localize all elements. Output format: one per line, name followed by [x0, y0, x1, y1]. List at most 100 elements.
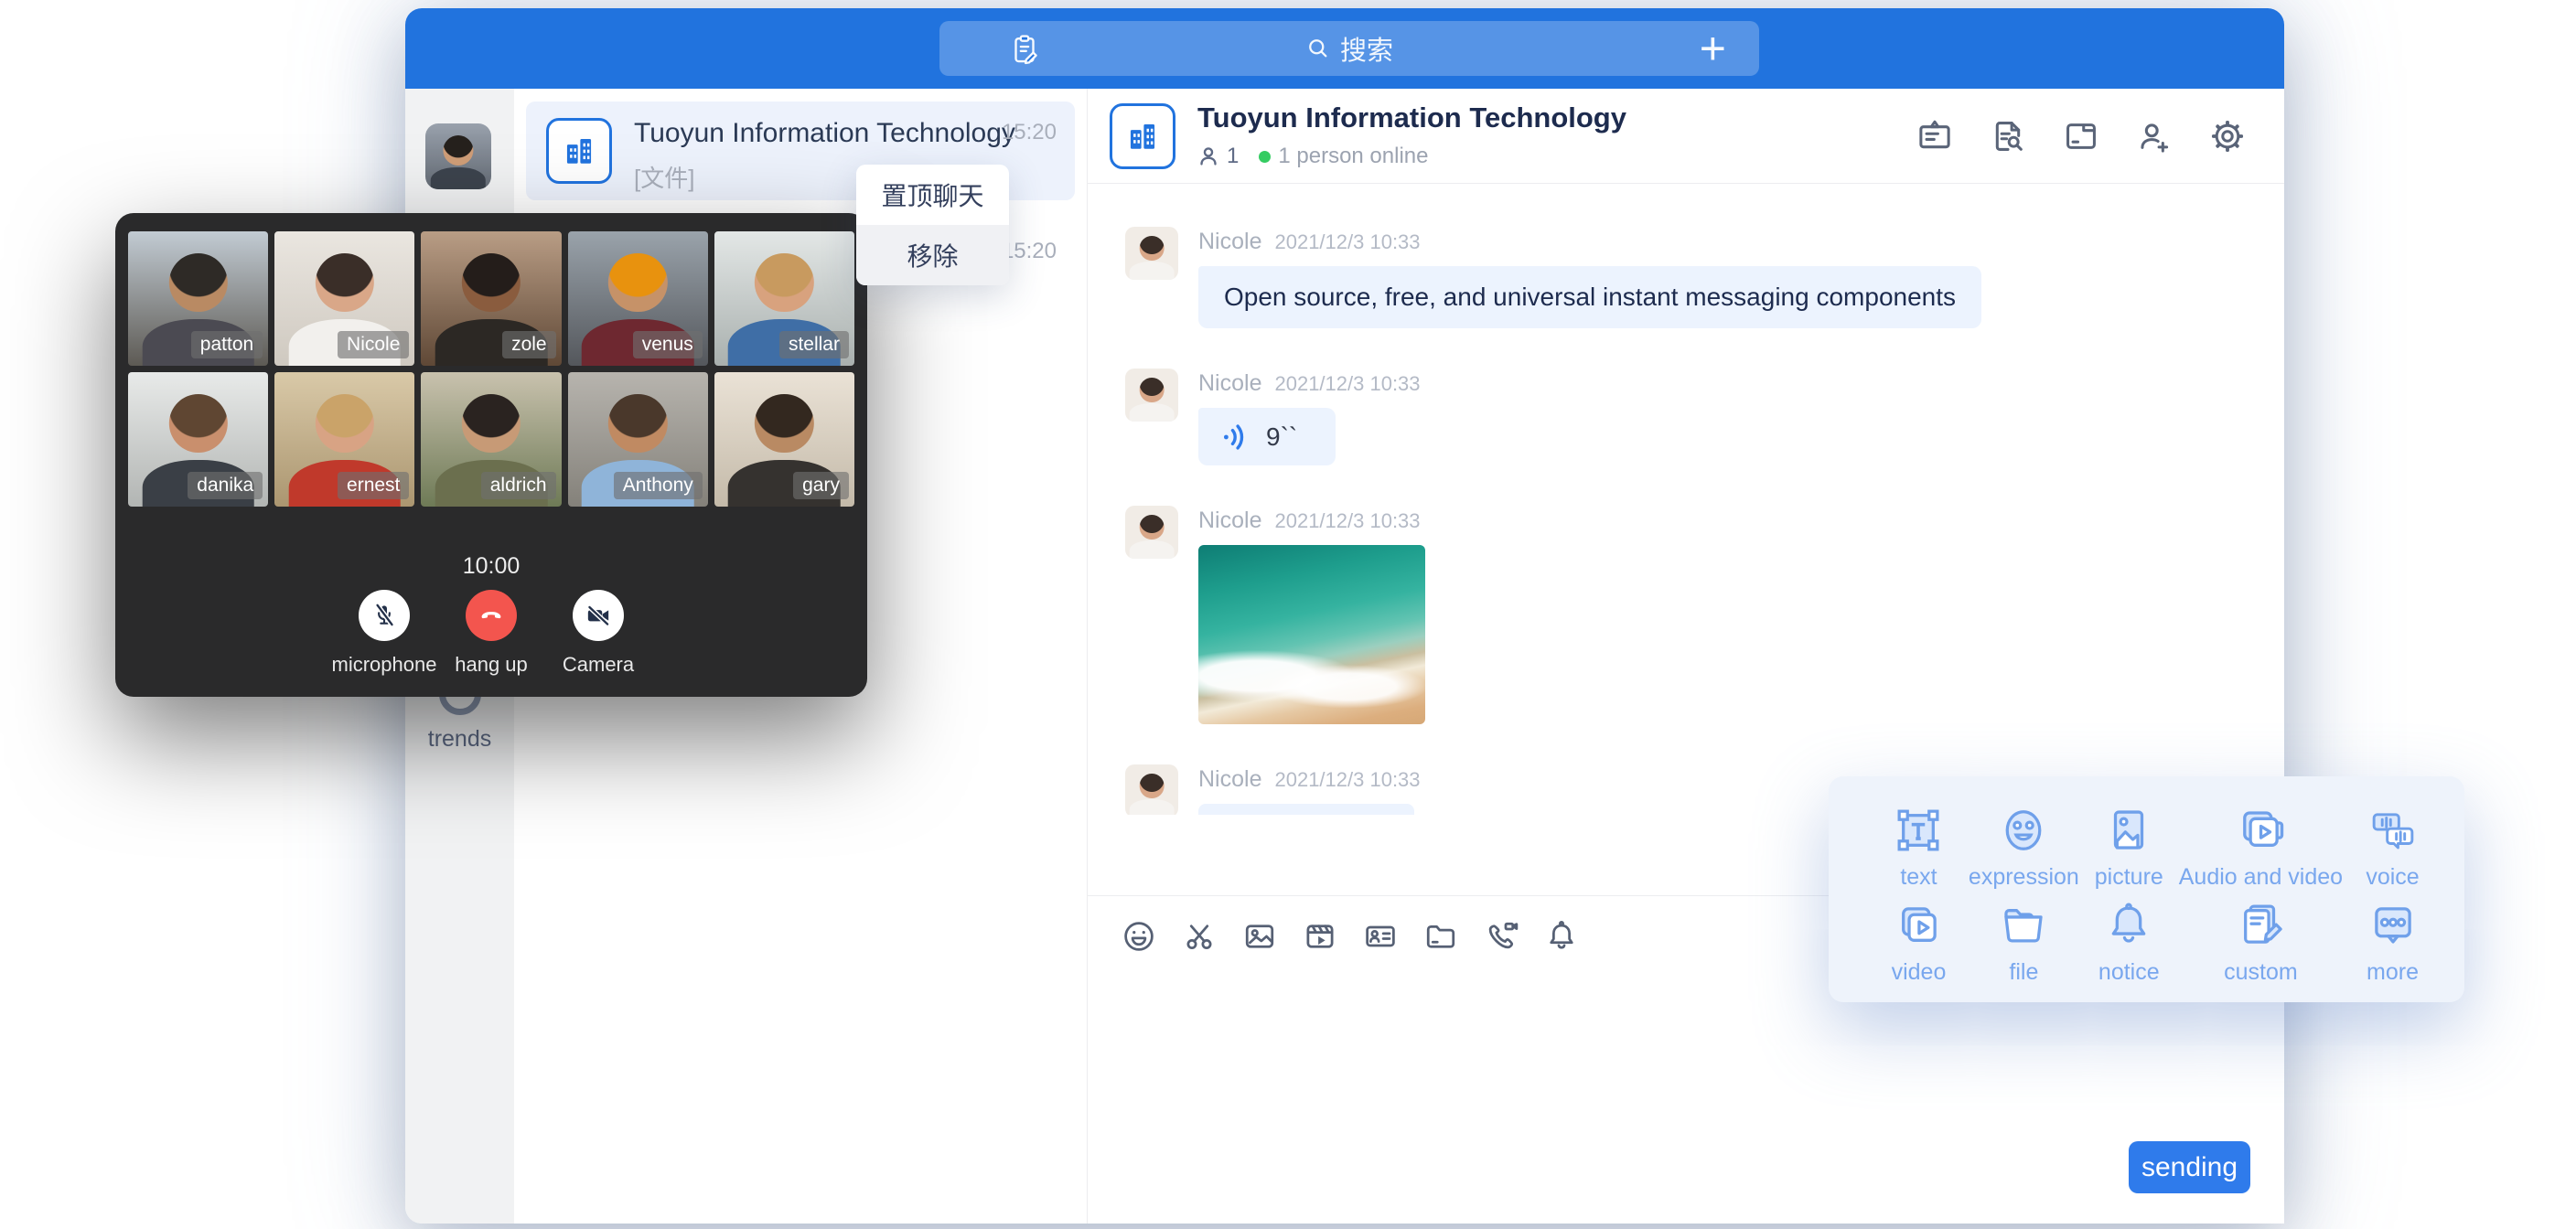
voice-message-bubble[interactable]: 9``	[1198, 408, 1336, 465]
custom-icon	[2234, 899, 2287, 952]
panel-item-text[interactable]: text	[1869, 800, 1969, 895]
trends-label: trends	[428, 726, 491, 753]
top-bar: 搜索 +	[405, 8, 2284, 89]
panel-item-custom[interactable]: custom	[2179, 895, 2343, 990]
chat-title: Tuoyun Information Technology	[1197, 102, 1626, 134]
chat-subtitle: 1 1 person online	[1197, 144, 1428, 169]
menu-item-remove[interactable]: 移除	[856, 225, 1009, 285]
participant-tile: aldrich	[421, 372, 561, 507]
video-call-window: patton Nicole zole venus stellar danika …	[115, 213, 867, 697]
microphone-button[interactable]: microphone	[331, 590, 438, 677]
file-message-bubble[interactable]: X 文件.excel 12.8M	[1198, 804, 1414, 815]
picture-icon	[2102, 804, 2155, 857]
add-member-button[interactable]	[2134, 116, 2174, 156]
panel-item-video[interactable]: video	[1869, 895, 1969, 990]
text-icon	[1892, 804, 1945, 857]
panel-item-picture[interactable]: picture	[2079, 800, 2179, 895]
panel-item-file[interactable]: file	[1969, 895, 2079, 990]
camera-off-icon	[583, 600, 614, 631]
video-message-button[interactable]	[1302, 918, 1338, 955]
voice-duration: 9``	[1266, 422, 1297, 452]
hang-up-button[interactable]: hang up	[438, 590, 545, 677]
announcement-button[interactable]	[1915, 116, 1955, 156]
image-button[interactable]	[1241, 918, 1278, 955]
send-button[interactable]: sending	[2129, 1141, 2250, 1193]
search-input[interactable]: 搜索	[939, 21, 1759, 76]
call-timer: 10:00	[115, 553, 867, 580]
sender-name: Nicole	[1198, 370, 1261, 397]
text-message-bubble[interactable]: Open source, free, and universal instant…	[1198, 266, 1981, 328]
panel-label: notice	[2098, 959, 2160, 986]
screenshot-button[interactable]	[1181, 918, 1218, 955]
conversation-time: 15:20	[1002, 120, 1057, 145]
scissors-icon	[1181, 918, 1218, 955]
message-time: 2021/12/3 10:33	[1274, 230, 1420, 254]
members-icon	[1197, 145, 1219, 167]
bell-icon	[1543, 918, 1580, 955]
folder-icon	[1422, 918, 1459, 955]
search-bar[interactable]: 搜索 +	[939, 21, 1759, 76]
participant-tile: danika	[128, 372, 268, 507]
sender-name: Nicole	[1198, 508, 1261, 534]
document-search-icon	[1988, 116, 2028, 156]
sender-name: Nicole	[1198, 229, 1261, 255]
online-status: 1 person online	[1278, 144, 1428, 169]
file-icon	[2061, 116, 2101, 156]
sender-avatar[interactable]	[1125, 764, 1178, 815]
voice-wave-icon	[1220, 422, 1251, 453]
panel-item-audio-video[interactable]: Audio and video	[2179, 800, 2343, 895]
voice-icon	[2367, 804, 2420, 857]
video-call-button[interactable]	[1483, 918, 1519, 955]
sender-avatar[interactable]	[1125, 227, 1178, 280]
participant-name: Anthony	[614, 472, 703, 499]
panel-label: expression	[1969, 864, 2079, 891]
panel-item-notice[interactable]: notice	[2079, 895, 2179, 990]
settings-button[interactable]	[2207, 116, 2248, 156]
id-card-icon	[1362, 918, 1399, 955]
attachment-panel: text expression picture Audio and video	[1829, 776, 2464, 1002]
panel-label: text	[1900, 864, 1937, 891]
file-manager-button[interactable]	[2061, 116, 2101, 156]
participant-name: aldrich	[481, 472, 556, 499]
video-icon	[1892, 899, 1945, 952]
emoji-icon	[1121, 918, 1157, 955]
add-button[interactable]: +	[1700, 21, 1726, 76]
notification-button[interactable]	[1543, 918, 1580, 955]
message-time: 2021/12/3 10:33	[1274, 372, 1420, 396]
context-menu: 置顶聊天 移除	[856, 165, 1009, 285]
menu-item-pin-chat[interactable]: 置顶聊天	[856, 165, 1009, 225]
audio-video-icon	[2234, 804, 2287, 857]
group-avatar[interactable]	[1110, 103, 1175, 169]
chat-history-button[interactable]	[1988, 116, 2028, 156]
folder-button[interactable]	[1422, 918, 1459, 955]
participant-tile: patton	[128, 231, 268, 366]
panel-item-expression[interactable]: expression	[1969, 800, 2079, 895]
participant-grid: patton Nicole zole venus stellar danika …	[128, 231, 854, 507]
panel-label: video	[1892, 959, 1947, 986]
participant-name: stellar	[779, 331, 849, 358]
microphone-muted-icon	[369, 600, 400, 631]
chat-header: Tuoyun Information Technology 1 1 person…	[1088, 89, 2284, 184]
message-input-area[interactable]: sending	[1088, 977, 2284, 1224]
sender-avatar[interactable]	[1125, 506, 1178, 559]
message-list: Nicole 2021/12/3 10:33 Open source, free…	[1088, 185, 2284, 815]
camera-button[interactable]: Camera	[545, 590, 652, 677]
sender-avatar[interactable]	[1125, 369, 1178, 422]
building-icon	[1122, 116, 1163, 156]
hang-up-icon	[476, 600, 507, 631]
member-count: 1	[1227, 144, 1239, 169]
user-avatar[interactable]	[425, 123, 491, 189]
panel-item-voice[interactable]: voice	[2343, 800, 2442, 895]
panel-label: Audio and video	[2179, 864, 2343, 891]
notice-bell-icon	[2102, 899, 2155, 952]
expression-icon	[1997, 804, 2050, 857]
emoji-button[interactable]	[1121, 918, 1157, 955]
panel-label: custom	[2224, 959, 2298, 986]
contact-card-button[interactable]	[1362, 918, 1399, 955]
online-dot	[1259, 151, 1271, 163]
image-message[interactable]	[1198, 545, 1425, 724]
panel-item-more[interactable]: more	[2343, 895, 2442, 990]
participant-tile: ernest	[274, 372, 414, 507]
participant-tile: Anthony	[568, 372, 708, 507]
message-time: 2021/12/3 10:33	[1274, 768, 1420, 792]
